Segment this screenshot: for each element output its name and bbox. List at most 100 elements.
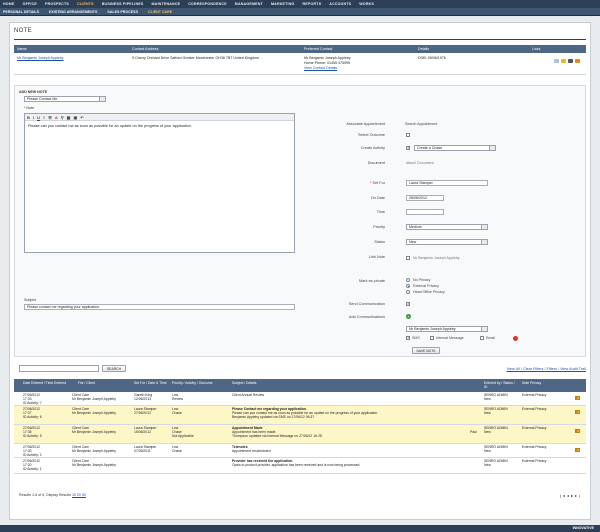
- table-row[interactable]: 27/06/2012 17:33 ID Activity: 7 Client C…: [14, 392, 586, 406]
- nav-management[interactable]: MANAGEMENT: [235, 2, 263, 6]
- color-icon[interactable]: A: [55, 115, 58, 120]
- edit-icon[interactable]: ✎: [575, 448, 578, 452]
- nav-office[interactable]: OFFICE: [23, 2, 37, 6]
- first-page-icon[interactable]: |◂: [560, 493, 567, 498]
- image-icon[interactable]: ▣: [73, 115, 77, 120]
- page-size-links[interactable]: 10 20 50: [72, 493, 86, 497]
- contact-dob: DOB: 09/06/1976: [418, 56, 446, 60]
- sub-nav: PERSONAL DETAILS EXISTING ARRANGEMENTS S…: [0, 8, 600, 16]
- bold-icon[interactable]: B: [27, 115, 30, 120]
- filter-links[interactable]: View All / Clear Filters / Filters / Vie…: [507, 367, 586, 371]
- link-note-value: Mr Benjamin Joseph Appleby: [413, 256, 460, 260]
- edit-icon[interactable]: ✎: [575, 429, 578, 433]
- nav-clients[interactable]: CLIENTS: [77, 2, 94, 6]
- save-note-button[interactable]: SAVE NOTE: [412, 347, 440, 354]
- status-value: New: [409, 240, 417, 244]
- create-activity-label: Create Activity: [360, 146, 385, 150]
- edit-icon[interactable]: ✎: [575, 410, 578, 414]
- email-checkbox[interactable]: [480, 336, 484, 340]
- time-input[interactable]: [406, 209, 444, 215]
- view-contact-details-link[interactable]: View Contact Details: [304, 66, 337, 70]
- subnav-sales-process[interactable]: SALES PROCESS: [107, 10, 138, 14]
- contact-row: Mr Benjamin Joseph Appleby 9 Cherry Orch…: [14, 53, 586, 75]
- privacy-none-label: No Privacy: [413, 278, 431, 282]
- row-client: Mr Benjamin Joseph Appleby: [72, 411, 116, 415]
- priority-select[interactable]: Medium: [406, 224, 488, 230]
- italic-icon[interactable]: I: [33, 115, 34, 120]
- email-label: Email: [486, 336, 495, 340]
- nav-home[interactable]: HOME: [3, 2, 15, 6]
- nav-marketing[interactable]: MARKETING: [271, 2, 295, 6]
- subject-label: Subject: [24, 298, 36, 302]
- search-button[interactable]: SEARCH: [102, 365, 126, 372]
- privacy-external-radio[interactable]: [406, 284, 410, 288]
- contact-name-link[interactable]: Mr Benjamin Joseph Appleby: [17, 56, 64, 60]
- undo-icon[interactable]: ↶: [80, 115, 83, 120]
- row-id: ID Activity: 2: [23, 453, 42, 457]
- nav-correspondence[interactable]: CORRESPONDENCE: [188, 2, 227, 6]
- link-note-checkbox[interactable]: [406, 256, 410, 260]
- footer: INNOVATIVE: [0, 525, 600, 532]
- link-icon[interactable]: ⚲: [61, 115, 64, 120]
- row-details-2: Thompson updated via Internal Message on…: [232, 434, 322, 438]
- sms-label: SMS: [412, 336, 420, 340]
- subject-input[interactable]: Please contact me regarding your applica…: [24, 304, 295, 310]
- add-communication-icon[interactable]: +: [406, 314, 411, 319]
- privacy-head-office-radio[interactable]: [406, 290, 410, 294]
- edit-icon[interactable]: ✎: [575, 396, 578, 400]
- note-type-select[interactable]: Please Contact Me: [24, 96, 106, 102]
- email-icon[interactable]: [554, 59, 559, 63]
- nav-works[interactable]: WORKS: [359, 2, 374, 6]
- on-date-input[interactable]: 28/06/2012: [406, 195, 444, 201]
- attach-document-link[interactable]: Attach Document: [406, 161, 434, 165]
- subnav-existing-arrangements[interactable]: EXISTING ARRANGEMENTS: [49, 10, 97, 14]
- person-icon[interactable]: [575, 59, 580, 63]
- table-row[interactable]: 27/06/2012 17:35 ID Activity: 5 Client C…: [14, 425, 586, 444]
- underline-icon[interactable]: U: [37, 115, 40, 120]
- status-select[interactable]: New: [406, 239, 488, 245]
- title-divider: [14, 39, 586, 40]
- col-subject: Subject / Details: [232, 381, 257, 385]
- privacy-none-radio[interactable]: [406, 278, 410, 282]
- row-client: Mr Benjamin Joseph Appleby: [72, 397, 116, 401]
- search-appointment-link[interactable]: Search Appointment: [405, 122, 437, 126]
- subnav-client-care[interactable]: CLIENT CARE: [148, 10, 172, 14]
- list-icon[interactable]: ≡: [43, 115, 45, 120]
- add-comm-label: Add Communications: [348, 315, 385, 319]
- nav-maintenance[interactable]: MAINTENANCE: [151, 2, 180, 6]
- search-input[interactable]: [19, 365, 99, 372]
- nav-reports[interactable]: REPORTS: [303, 2, 322, 6]
- send-comm-checkbox[interactable]: [406, 301, 410, 306]
- table-row[interactable]: 27/06/2012 17:37 ID Activity: 6 Client C…: [14, 406, 586, 425]
- note-text: Please can you contact me as soon as pos…: [28, 124, 192, 128]
- nav-accounts[interactable]: ACCOUNTS: [329, 2, 351, 6]
- table-row[interactable]: 27/06/2012 17:20 ID Activity: 1 Client C…: [14, 458, 586, 474]
- internal-message-checkbox[interactable]: [430, 336, 434, 340]
- table-icon[interactable]: ▦: [67, 115, 71, 120]
- time-label: Time: [376, 210, 385, 214]
- set-for-value: Laura Stamper: [409, 181, 433, 185]
- comm-recipient-select[interactable]: Mr Benjamin Joseph Appleby: [406, 326, 488, 332]
- folder-icon[interactable]: [561, 59, 566, 63]
- remove-communication-icon[interactable]: [513, 336, 518, 341]
- table-row[interactable]: 27/06/2012 17:30 ID Activity: 2 Client C…: [14, 444, 586, 458]
- align-icon[interactable]: ☰: [48, 115, 52, 120]
- row-setdate: 12/06/2013: [134, 397, 151, 401]
- nav-business-pipelines[interactable]: BUSINESS PIPELINES: [102, 2, 144, 6]
- nav-prospects[interactable]: PROSPECTS: [45, 2, 69, 6]
- sms-checkbox[interactable]: [406, 335, 410, 340]
- select-outcome-checkbox[interactable]: [406, 133, 410, 137]
- set-for-input[interactable]: Laura Stamper: [406, 180, 488, 186]
- row-id: ID Activity: 6: [23, 415, 42, 419]
- row-id: ID Activity: 5: [23, 434, 42, 438]
- note-editor[interactable]: B I U ≡ ☰ A ⚲ ▦ ▣ ↶ Please can you conta…: [24, 113, 295, 253]
- create-activity-select[interactable]: Create a Chase: [414, 145, 496, 151]
- notes-table-header: Date Entered / Time Entered File / Clien…: [14, 379, 586, 392]
- pager-arrows[interactable]: |◂◂▸▸|: [560, 493, 582, 498]
- add-note-title: ADD NEW NOTE: [19, 90, 48, 94]
- last-page-icon[interactable]: ▸|: [575, 493, 582, 498]
- subnav-personal-details[interactable]: PERSONAL DETAILS: [3, 10, 39, 14]
- pin-icon[interactable]: [568, 59, 573, 63]
- create-activity-checkbox[interactable]: [406, 145, 410, 150]
- row-setdate: 27/06/2012: [134, 411, 151, 415]
